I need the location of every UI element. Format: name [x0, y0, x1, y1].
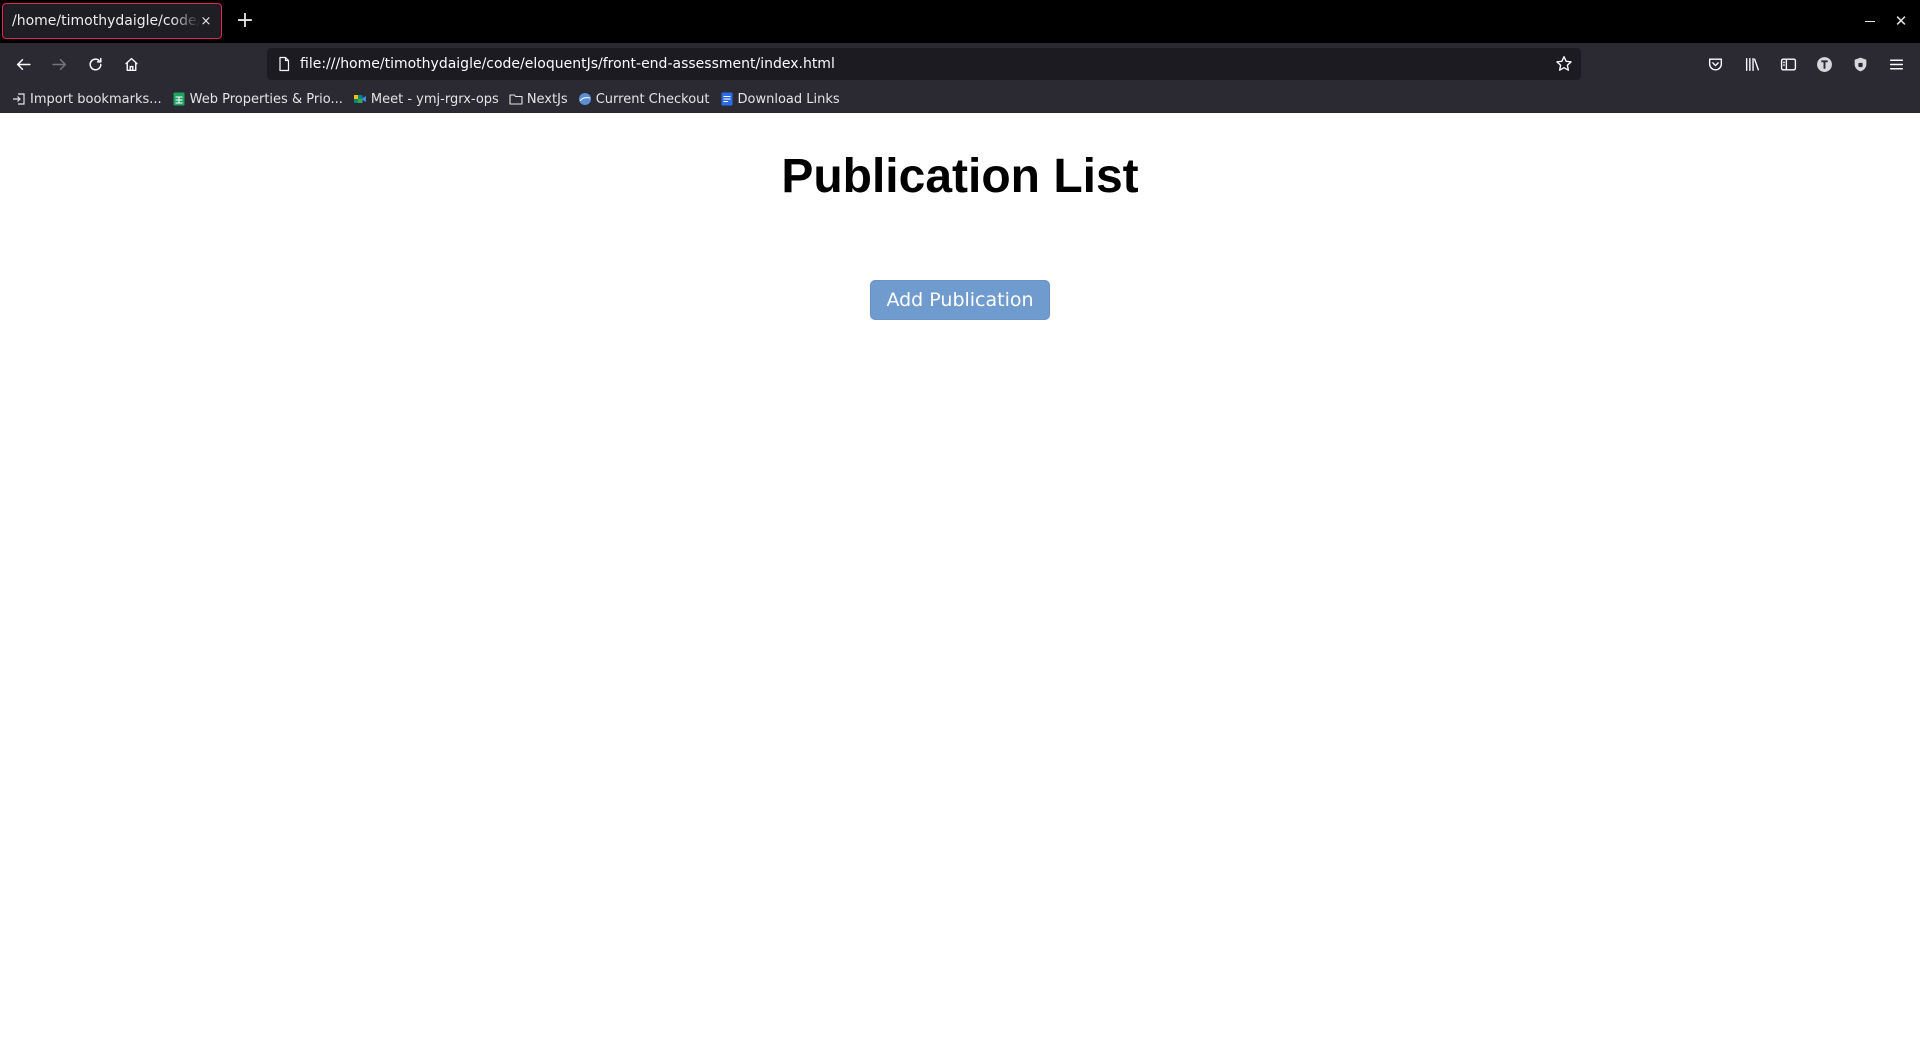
page-content: Publication List Add Publication: [0, 113, 1920, 1053]
page-title: Publication List: [781, 150, 1139, 203]
bookmark-label: Meet - ymj-rgrx-ops: [370, 91, 499, 107]
reload-icon: [88, 57, 102, 70]
bookmark-web-properties[interactable]: Web Properties & Prio...: [172, 87, 343, 111]
hamburger-menu-icon: [1889, 59, 1903, 69]
bookmark-label: Current Checkout: [595, 91, 710, 107]
new-tab-button[interactable]: +: [234, 10, 256, 32]
import-icon: [13, 93, 25, 105]
close-window-icon[interactable]: ✕: [1891, 11, 1911, 31]
browser-tab-active[interactable]: /home/timothydaigle/code/eloquentJs/fron…: [2, 3, 222, 39]
tab-title: /home/timothydaigle/code/eloquentJs/fron…: [12, 13, 200, 29]
add-publication-button[interactable]: Add Publication: [870, 280, 1050, 320]
account-button[interactable]: [1809, 49, 1839, 79]
shield-icon: [1854, 57, 1866, 71]
docs-icon: [721, 92, 732, 106]
globe-icon: [578, 93, 591, 105]
bookmark-current-checkout[interactable]: Current Checkout: [578, 87, 710, 111]
home-icon: [124, 57, 138, 71]
bookmarks-toolbar: Import bookmarks... Web Properties & Pri…: [0, 85, 1920, 113]
library-icon: [1745, 57, 1759, 71]
reload-button[interactable]: [80, 49, 110, 79]
bookmark-label: Import bookmarks...: [30, 91, 162, 107]
back-button[interactable]: [8, 49, 38, 79]
address-bar[interactable]: file:///home/timothydaigle/code/eloquent…: [267, 48, 1581, 80]
account-avatar-icon: [1816, 56, 1832, 72]
navigation-toolbar: file:///home/timothydaigle/code/eloquent…: [0, 43, 1920, 85]
bookmark-meet[interactable]: Meet - ymj-rgrx-ops: [353, 87, 499, 111]
sidebar-button[interactable]: [1773, 49, 1803, 79]
app-menu-button[interactable]: [1881, 49, 1911, 79]
sheets-icon: [173, 92, 185, 106]
forward-button[interactable]: [44, 49, 74, 79]
back-arrow-icon: [16, 58, 31, 70]
bookmark-download-links[interactable]: Download Links: [720, 87, 840, 111]
extension-shield-button[interactable]: [1845, 49, 1875, 79]
bookmark-import[interactable]: Import bookmarks...: [12, 87, 162, 111]
bookmark-star-icon[interactable]: [1555, 55, 1573, 73]
bookmark-label: Download Links: [737, 91, 840, 107]
forward-arrow-icon: [51, 58, 66, 70]
bookmark-folder-nextjs[interactable]: NextJs: [509, 87, 568, 111]
sidebar-icon: [1780, 57, 1796, 71]
meet-icon: [353, 95, 366, 103]
page-icon: [279, 56, 290, 72]
minimize-window-icon[interactable]: [1860, 11, 1880, 31]
bookmark-label: Web Properties & Prio...: [189, 91, 343, 107]
home-button[interactable]: [116, 49, 146, 79]
library-button[interactable]: [1737, 49, 1767, 79]
url-text[interactable]: file:///home/timothydaigle/code/eloquent…: [300, 48, 835, 80]
tab-close-icon[interactable]: ×: [197, 13, 215, 31]
pocket-icon: [1708, 57, 1722, 70]
bookmark-label: NextJs: [526, 91, 568, 107]
pocket-button[interactable]: [1700, 49, 1730, 79]
browser-titlebar: /home/timothydaigle/code/eloquentJs/fron…: [0, 0, 1920, 43]
folder-icon: [509, 94, 523, 105]
